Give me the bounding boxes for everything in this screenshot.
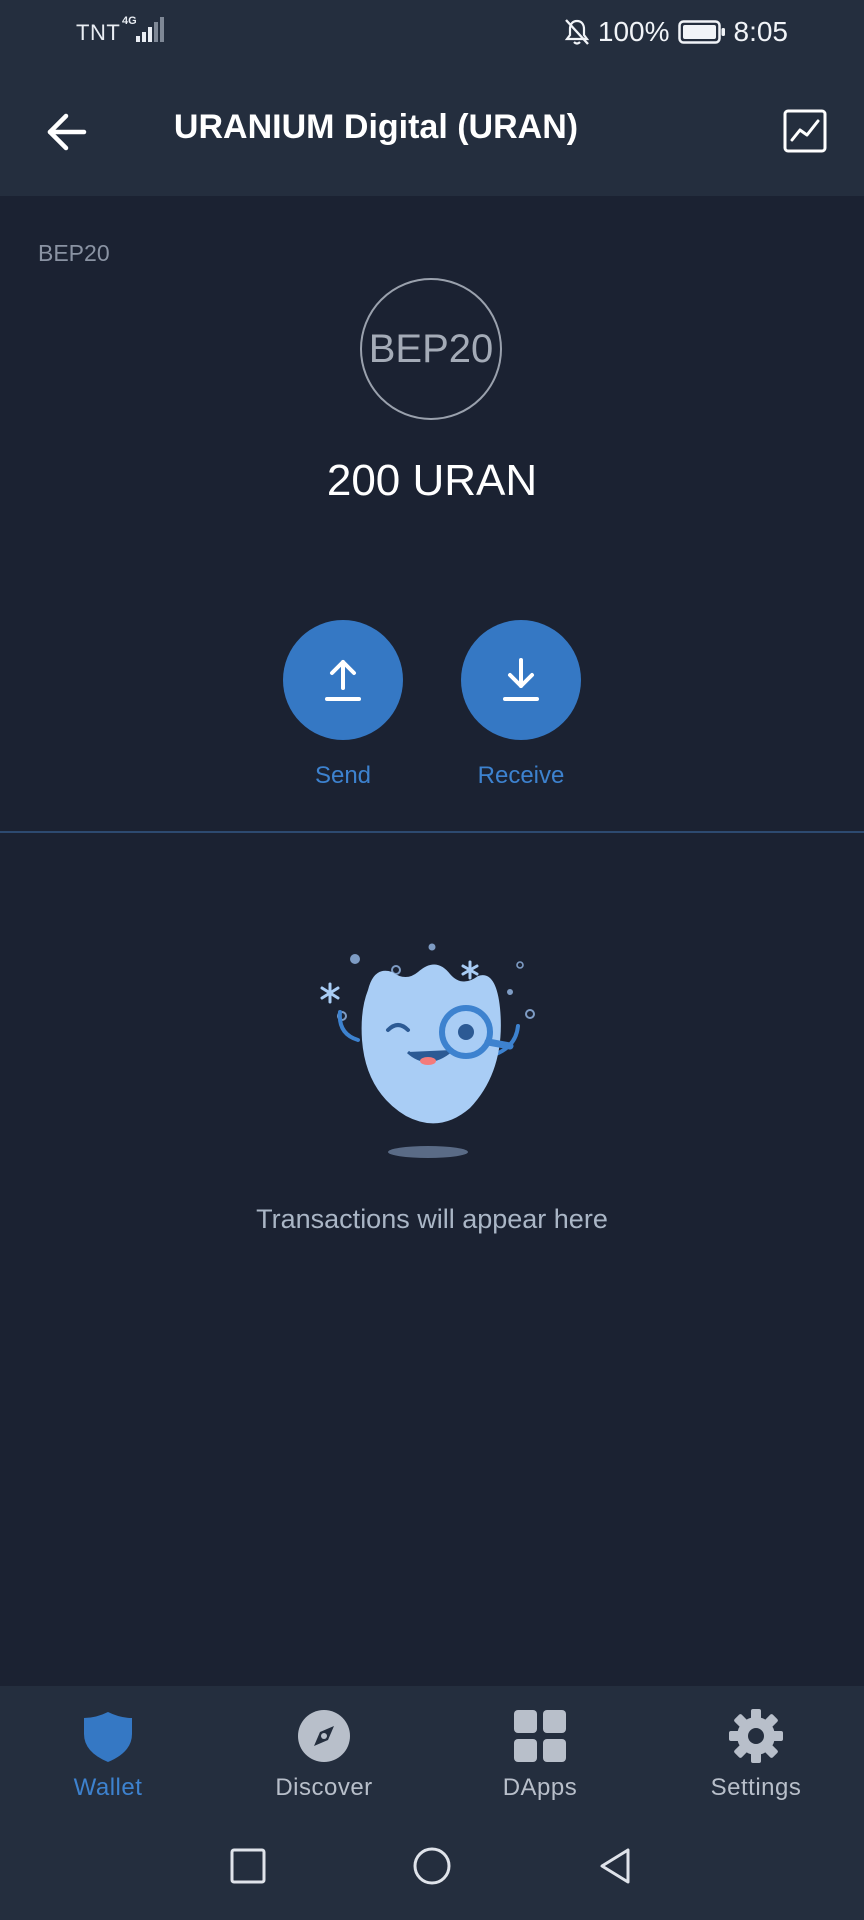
divider: [0, 831, 864, 833]
nav-label-dapps: DApps: [502, 1774, 578, 1801]
line-chart-icon: [783, 109, 827, 153]
token-logo-text: BEP20: [368, 326, 494, 371]
nav-label-settings: Settings: [710, 1774, 802, 1801]
receive-button[interactable]: Receive: [451, 620, 591, 790]
send-circle[interactable]: [283, 620, 403, 740]
grid-icon: [514, 1710, 566, 1762]
receive-circle[interactable]: [461, 620, 581, 740]
nav-item-dapps[interactable]: DApps: [432, 1686, 648, 1812]
recents-icon[interactable]: [224, 1842, 272, 1890]
shield-icon: [84, 1712, 132, 1762]
token-balance: 200 URAN: [326, 456, 538, 505]
screen: TNT 4G 100% 8:05 URANIUM Digital (URAN) …: [0, 0, 864, 1920]
back-triangle-icon[interactable]: [592, 1842, 640, 1890]
send-label: Send: [314, 762, 372, 789]
nav-item-settings[interactable]: Settings: [648, 1686, 864, 1812]
battery-icon: [677, 20, 725, 44]
bottom-nav: Wallet Discover DApps Settings: [0, 1686, 864, 1812]
gear-icon: [729, 1709, 783, 1763]
status-right: 100% 8:05: [564, 14, 788, 50]
battery-percent: 100%: [597, 16, 670, 47]
clock: 8:05: [733, 16, 789, 47]
carrier-name: TNT: [76, 20, 121, 45]
price-chart-button[interactable]: [780, 106, 830, 156]
empty-transactions-illustration: [320, 943, 535, 1158]
system-nav-bar: [0, 1812, 864, 1920]
home-icon[interactable]: [408, 1842, 456, 1890]
network-label: BEP20: [38, 240, 110, 266]
network-type: 4G: [122, 15, 137, 27]
app-bar: URANIUM Digital (URAN): [0, 64, 864, 196]
nav-label-wallet: Wallet: [73, 1774, 143, 1801]
page-title: URANIUM Digital (URAN): [173, 108, 579, 146]
upload-arrow-icon: [325, 660, 361, 701]
nav-label-discover: Discover: [275, 1774, 373, 1801]
compass-icon: [298, 1710, 350, 1762]
signal-icon: [136, 17, 164, 42]
bell-off-icon: [564, 19, 590, 45]
status-bar: TNT 4G 100% 8:05: [0, 0, 864, 64]
receive-label: Receive: [477, 762, 565, 789]
send-button[interactable]: Send: [273, 620, 413, 790]
download-arrow-icon: [503, 658, 539, 701]
nav-item-discover[interactable]: Discover: [216, 1686, 432, 1812]
empty-transactions-text: Transactions will appear here: [256, 1204, 608, 1234]
nav-item-wallet[interactable]: Wallet: [0, 1686, 216, 1812]
token-logo: BEP20: [360, 278, 502, 420]
